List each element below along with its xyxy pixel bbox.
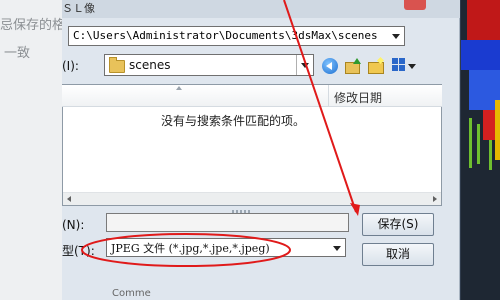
annotation-overlay — [81, 0, 360, 267]
annotation-arrow — [283, 0, 357, 213]
annotation-ellipse — [81, 233, 291, 267]
annotation-arrowhead — [350, 203, 360, 216]
